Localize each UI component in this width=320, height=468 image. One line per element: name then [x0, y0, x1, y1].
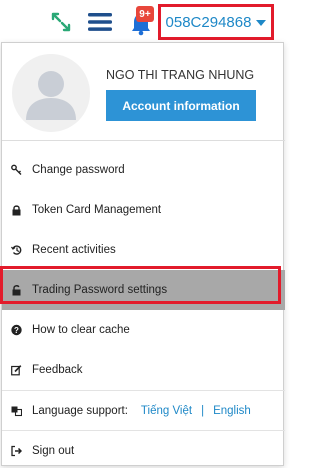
language-icon — [11, 405, 22, 416]
top-bar: 9+ 058C294868 — [0, 0, 287, 40]
history-icon — [11, 245, 22, 256]
user-name: NGO THI TRANG NHUNG — [106, 68, 255, 82]
menu-item-language-support: Language support: Tiếng Việt | English — [2, 390, 285, 430]
menu-item-label: Recent activities — [32, 244, 116, 256]
menu-list: Change password Token Card Management Re… — [2, 150, 285, 468]
menu-item-trading-password[interactable]: Trading Password settings — [2, 270, 285, 310]
svg-text:?: ? — [14, 326, 19, 335]
lock-icon — [11, 205, 22, 216]
menu-item-label: How to clear cache — [32, 324, 130, 336]
expand-arrows-icon[interactable] — [50, 10, 72, 34]
account-information-button[interactable]: Account information — [106, 90, 256, 121]
unlock-icon — [11, 285, 22, 296]
sign-out-icon — [11, 445, 22, 456]
menu-item-label: Sign out — [32, 444, 75, 457]
question-circle-icon: ? — [11, 324, 22, 336]
menu-item-change-password[interactable]: Change password — [2, 150, 285, 190]
hamburger-menu-icon[interactable] — [88, 12, 112, 32]
profile-section: NGO THI TRANG NHUNG Account information — [2, 43, 285, 141]
menu-item-token-card[interactable]: Token Card Management — [2, 190, 285, 230]
language-label: Language support: — [32, 404, 128, 417]
account-selector[interactable]: 058C294868 — [158, 4, 274, 40]
menu-item-label: Token Card Management — [32, 204, 162, 216]
menu-item-clear-cache[interactable]: ? How to clear cache — [2, 310, 285, 350]
notification-badge: 9+ — [136, 6, 154, 22]
account-dropdown-panel: NGO THI TRANG NHUNG Account information … — [1, 42, 285, 468]
chevron-down-icon — [256, 20, 267, 26]
edit-icon — [11, 365, 22, 376]
menu-item-label: Change password — [32, 164, 125, 176]
menu-item-label: Trading Password settings — [32, 284, 168, 296]
avatar — [12, 54, 90, 132]
menu-item-recent-activities[interactable]: Recent activities — [2, 230, 285, 270]
account-number: 058C294868 — [165, 13, 252, 31]
language-separator: | — [201, 404, 205, 417]
language-english-link[interactable]: English — [213, 405, 251, 417]
menu-item-feedback[interactable]: Feedback — [2, 350, 285, 390]
language-vietnamese-link[interactable]: Tiếng Việt — [141, 405, 192, 417]
menu-item-sign-out[interactable]: Sign out — [2, 430, 285, 468]
menu-item-label: Feedback — [32, 364, 83, 376]
key-icon — [11, 164, 22, 176]
